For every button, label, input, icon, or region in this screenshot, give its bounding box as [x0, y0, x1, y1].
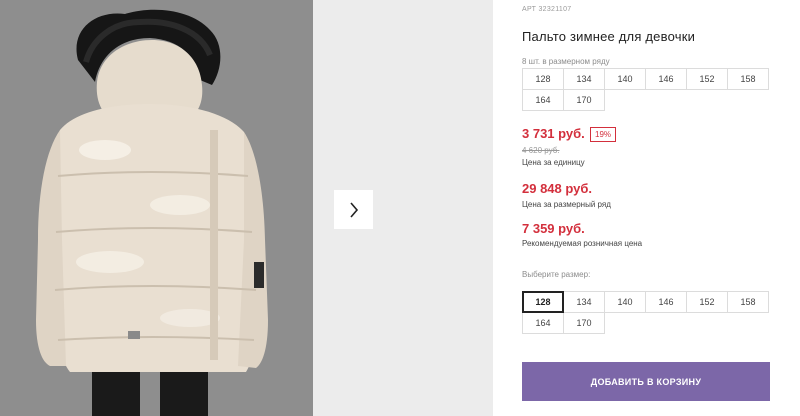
size-option[interactable]: 140	[604, 291, 646, 313]
pack-size-cell: 146	[645, 68, 687, 90]
current-price: 3 731 руб.	[522, 126, 585, 141]
pack-caption: 8 шт. в размерном ряду	[522, 57, 610, 66]
size-option[interactable]: 170	[563, 312, 605, 334]
retail-price-label: Рекомендуемая розничная цена	[522, 239, 643, 248]
old-price: 4 620 руб.	[522, 146, 560, 155]
pack-size-cell: 158	[727, 68, 769, 90]
size-selector: 128 134 140 146 152 158 164 170	[522, 291, 770, 334]
pack-size-grid: 128 134 140 146 152 158 164 170	[522, 68, 770, 111]
size-option[interactable]: 134	[563, 291, 605, 313]
row-price-label: Цена за размерный ряд	[522, 200, 611, 209]
product-photo[interactable]	[0, 0, 313, 416]
add-to-cart-button[interactable]: ДОБАВИТЬ В КОРЗИНУ	[522, 362, 770, 401]
pack-size-cell: 152	[686, 68, 728, 90]
size-option[interactable]: 152	[686, 291, 728, 313]
pack-size-cell: 140	[604, 68, 646, 90]
row-price: 29 848 руб.	[522, 181, 593, 196]
choose-size-label: Выберите размер:	[522, 270, 591, 279]
retail-price: 7 359 руб.	[522, 221, 585, 236]
pack-size-cell: 128	[522, 68, 564, 90]
product-sku: АРТ 32321107	[522, 6, 572, 13]
size-option[interactable]: 158	[727, 291, 769, 313]
size-option[interactable]: 164	[522, 312, 564, 334]
product-details: АРТ 32321107 Пальто зимнее для девочки 8…	[522, 0, 784, 416]
chevron-right-icon	[349, 201, 358, 218]
product-title: Пальто зимнее для девочки	[522, 29, 696, 44]
gallery-next-button[interactable]	[334, 190, 373, 229]
unit-price-label: Цена за единицу	[522, 158, 585, 167]
jacket-illustration	[0, 0, 313, 416]
size-option-selected[interactable]: 128	[522, 291, 564, 313]
size-option[interactable]: 146	[645, 291, 687, 313]
pack-size-cell: 164	[522, 89, 564, 111]
product-gallery	[0, 0, 493, 416]
pack-size-cell: 134	[563, 68, 605, 90]
discount-badge: 19%	[590, 127, 617, 142]
pack-size-cell: 170	[563, 89, 605, 111]
